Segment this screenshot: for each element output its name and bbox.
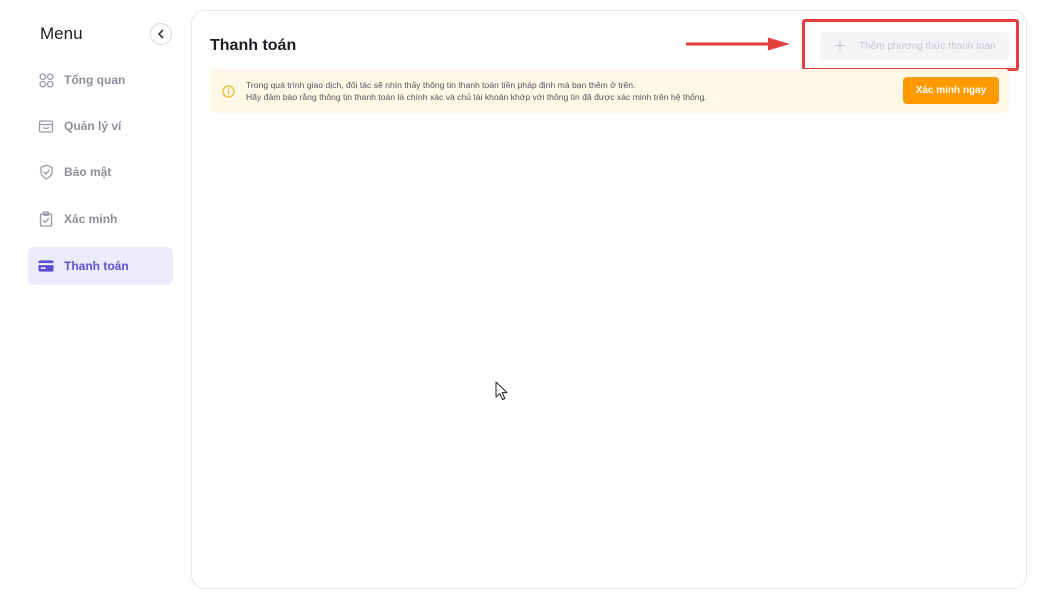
sidebar-item-label: Tổng quan [64, 73, 126, 87]
page-title: Thanh toán [210, 37, 297, 54]
notice-line-2: Hãy đảm bảo rằng thông tin thanh toán là… [246, 92, 707, 102]
sidebar: Menu Tổng quan Quản lý ví Bảo mật Xác mi… [0, 0, 190, 607]
annotation-arrow-icon [686, 37, 790, 51]
plus-icon: ＋ [833, 38, 847, 54]
sidebar-item-overview[interactable]: Tổng quan [28, 61, 173, 99]
sidebar-item-verification[interactable]: Xác minh [28, 200, 173, 238]
sidebar-item-label: Bảo mật [64, 165, 112, 179]
verify-now-button[interactable]: Xác minh ngay [903, 77, 999, 104]
app: Menu Tổng quan Quản lý ví Bảo mật Xác mi… [0, 0, 1054, 607]
info-icon [222, 84, 235, 98]
sidebar-item-label: Thanh toán [64, 259, 129, 273]
wallet-icon [38, 118, 54, 134]
card-icon [38, 258, 54, 274]
grid-icon [38, 72, 54, 88]
sidebar-item-payment[interactable]: Thanh toán [28, 247, 173, 285]
info-notice: Trong quá trình giao dịch, đối tác sẽ nh… [210, 69, 1009, 113]
notice-text: Trong quá trình giao dịch, đối tác sẽ nh… [246, 79, 886, 103]
clipboard-check-icon [38, 211, 54, 227]
sidebar-item-label: Xác minh [64, 212, 118, 226]
payment-panel: Thanh toán ＋ Thêm phương thức thanh toán… [191, 10, 1027, 589]
mouse-cursor-icon [495, 381, 508, 400]
sidebar-item-label: Quản lý ví [64, 119, 122, 133]
sidebar-item-security[interactable]: Bảo mật [28, 153, 173, 191]
add-payment-method-label: Thêm phương thức thanh toán [859, 40, 996, 52]
add-payment-method-button[interactable]: ＋ Thêm phương thức thanh toán [820, 32, 1009, 60]
menu-title: Menu [40, 24, 83, 43]
shield-icon [38, 164, 54, 180]
sidebar-item-wallet[interactable]: Quản lý ví [28, 107, 173, 145]
notice-line-1: Trong quá trình giao dịch, đối tác sẽ nh… [246, 80, 636, 90]
collapse-sidebar-button[interactable] [150, 23, 172, 45]
chevron-left-icon [158, 29, 164, 39]
